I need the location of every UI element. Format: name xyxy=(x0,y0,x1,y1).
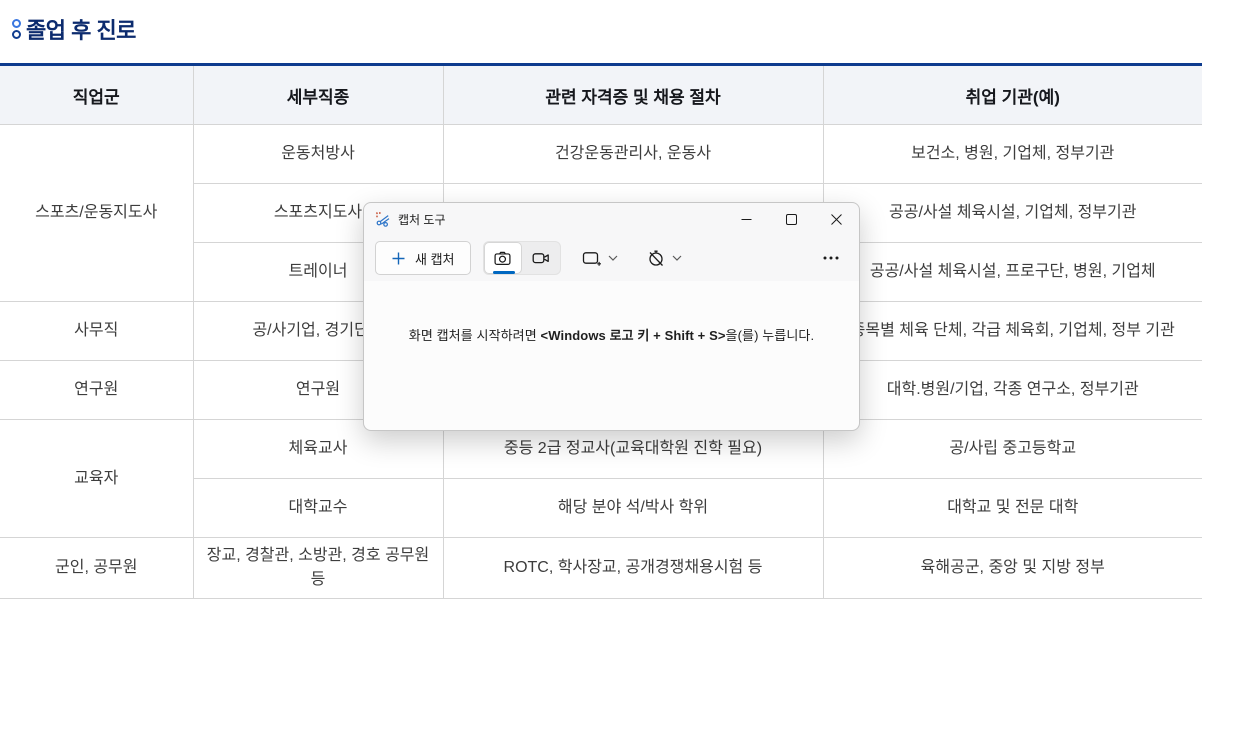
org-cell: 공공/사설 체육시설, 기업체, 정부기관 xyxy=(823,184,1202,243)
video-mode-button[interactable] xyxy=(522,242,560,274)
snipping-titlebar[interactable]: 캡처 도구 xyxy=(364,203,859,235)
selected-mode-underline xyxy=(493,271,515,274)
video-icon xyxy=(531,248,551,268)
snip-mode-dropdown[interactable] xyxy=(575,244,624,272)
job-group-cell: 스포츠/운동지도사 xyxy=(0,125,193,302)
column-header: 관련 자격증 및 채용 절차 xyxy=(443,65,823,125)
screenshot-mode-button[interactable] xyxy=(484,242,522,274)
snip-mode-icon xyxy=(581,248,602,268)
new-capture-button[interactable]: 새 캡처 xyxy=(375,241,471,275)
column-header: 세부직종 xyxy=(193,65,443,125)
delay-dropdown[interactable] xyxy=(640,244,688,272)
delay-icon xyxy=(646,248,666,268)
cert-cell: 건강운동관리사, 운동사 xyxy=(443,125,823,184)
org-cell: 대학.병원/기업, 각종 연구소, 정부기관 xyxy=(823,361,1202,420)
org-cell: 보건소, 병원, 기업체, 정부기관 xyxy=(823,125,1202,184)
snipping-toolbar: 새 캡처 xyxy=(364,235,859,281)
close-icon xyxy=(831,214,842,225)
org-cell: 대학교 및 전문 대학 xyxy=(823,479,1202,538)
more-options-button[interactable] xyxy=(814,241,848,275)
page-title-text: 졸업 후 진로 xyxy=(26,13,136,45)
chevron-down-icon xyxy=(672,255,682,261)
table-row: 스포츠/운동지도사운동처방사건강운동관리사, 운동사보건소, 병원, 기업체, … xyxy=(0,125,1202,184)
minimize-button[interactable] xyxy=(724,203,769,235)
org-cell: 종목별 체육 단체, 각급 체육회, 기업체, 정부 기관 xyxy=(823,302,1202,361)
cert-cell: ROTC, 학사장교, 공개경쟁채용시험 등 xyxy=(443,538,823,599)
column-header: 직업군 xyxy=(0,65,193,125)
job-group-cell: 군인, 공무원 xyxy=(0,538,193,599)
org-cell: 공공/사설 체육시설, 프로구단, 병원, 기업체 xyxy=(823,243,1202,302)
plus-icon xyxy=(391,251,406,266)
new-capture-label: 새 캡처 xyxy=(415,249,455,268)
job-cell: 운동처방사 xyxy=(193,125,443,184)
maximize-button[interactable] xyxy=(769,203,814,235)
snipping-tool-icon xyxy=(375,211,391,227)
capture-type-toggle xyxy=(483,241,561,275)
job-cell: 대학교수 xyxy=(193,479,443,538)
minimize-icon xyxy=(741,214,752,225)
snipping-body: 화면 캡처를 시작하려면 <Windows 로고 키 + Shift + S>을… xyxy=(364,281,859,430)
table-header-row: 직업군세부직종관련 자격증 및 채용 절차취업 기관(예) xyxy=(0,65,1202,125)
cert-cell: 해당 분야 석/박사 학위 xyxy=(443,479,823,538)
camera-icon xyxy=(493,249,512,268)
column-header: 취업 기관(예) xyxy=(823,65,1202,125)
capture-hint-message: 화면 캡처를 시작하려면 <Windows 로고 키 + Shift + S>을… xyxy=(409,325,814,344)
job-group-cell: 연구원 xyxy=(0,361,193,420)
window-title: 캡처 도구 xyxy=(398,211,446,228)
maximize-icon xyxy=(786,214,797,225)
job-group-cell: 사무직 xyxy=(0,302,193,361)
org-cell: 공/사립 중고등학교 xyxy=(823,420,1202,479)
page-title: 졸업 후 진로 xyxy=(12,16,1257,42)
title-bullet-icon xyxy=(12,19,21,39)
close-button[interactable] xyxy=(814,203,859,235)
table-row: 군인, 공무원장교, 경찰관, 소방관, 경호 공무원 등ROTC, 학사장교,… xyxy=(0,538,1202,599)
more-icon xyxy=(823,256,839,260)
job-cell: 장교, 경찰관, 소방관, 경호 공무원 등 xyxy=(193,538,443,599)
job-group-cell: 교육자 xyxy=(0,420,193,538)
chevron-down-icon xyxy=(608,255,618,261)
org-cell: 육해공군, 중앙 및 지방 정부 xyxy=(823,538,1202,599)
snipping-tool-window[interactable]: 캡처 도구 새 캡처 xyxy=(363,202,860,431)
